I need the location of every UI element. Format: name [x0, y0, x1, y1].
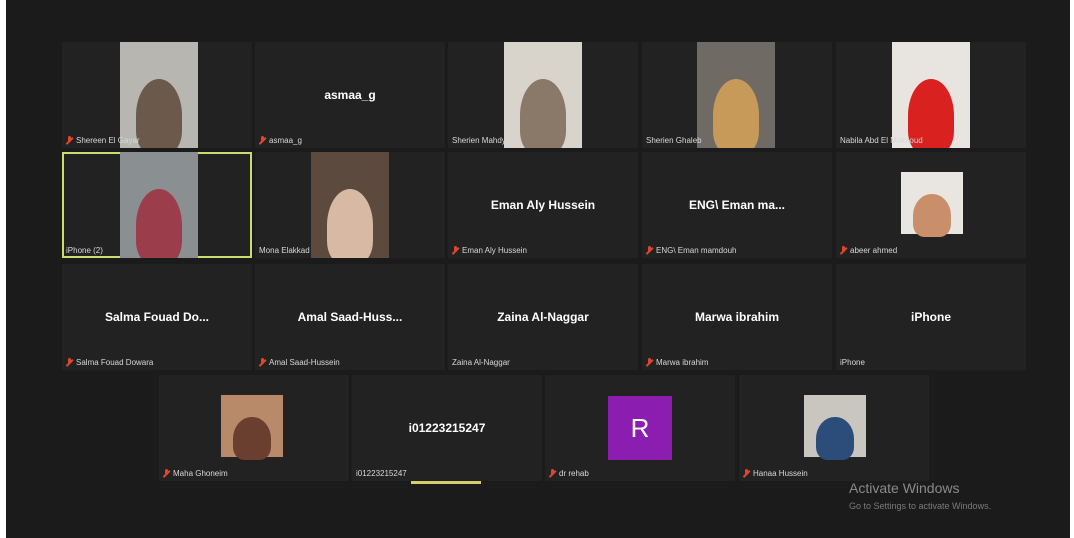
activate-windows-title: Activate Windows	[849, 480, 960, 496]
participant-name-tag: i01223215247	[356, 469, 407, 478]
participant-name-label: Mona Elakkad	[259, 246, 310, 255]
participant-name-label: Marwa ibrahim	[656, 358, 709, 367]
participant-tile[interactable]: Mona Elakkad	[255, 152, 445, 258]
participant-display-name: i01223215247	[408, 421, 486, 435]
participant-tile[interactable]: iPhone (2)	[62, 152, 252, 258]
participant-name-tag: Marwa ibrahim	[646, 358, 708, 367]
participant-name-label: Maha Ghoneim	[173, 469, 228, 478]
participant-avatar: R	[608, 396, 672, 460]
participant-tile[interactable]: Shereen El Gayar	[62, 42, 252, 148]
muted-mic-icon	[743, 469, 750, 478]
participant-video-feed	[901, 172, 963, 238]
participant-video-feed	[311, 152, 389, 258]
participant-name-label: abeer ahmed	[850, 246, 898, 255]
participant-tile[interactable]: Hanaa Hussein	[739, 375, 929, 481]
participant-tile[interactable]: iPhone iPhone	[836, 264, 1026, 370]
participant-name-label: Amal Saad-Hussein	[269, 358, 340, 367]
muted-mic-icon	[840, 246, 847, 255]
participant-display-name: Eman Aly Hussein	[490, 198, 596, 212]
participant-name-label: asmaa_g	[269, 136, 302, 145]
muted-mic-icon	[549, 469, 556, 478]
meeting-gallery-view: Shereen El Gayar asmaa_g asmaa_g Sherien Ma…	[6, 0, 1070, 538]
participant-tile[interactable]: Zaina Al-Naggar Zaina Al-Naggar	[448, 264, 638, 370]
participant-name-tag: Sherien Ghaleb	[646, 136, 702, 145]
participant-name-tag: Eman Aly Hussein	[452, 246, 527, 255]
participant-video-feed	[120, 152, 198, 258]
participant-name-label: Zaina Al-Naggar	[452, 358, 510, 367]
participant-name-label: Sherien Mahdy	[452, 136, 506, 145]
participant-tile[interactable]: ENG\ Eman ma... ENG\ Eman mamdouh	[642, 152, 832, 258]
muted-mic-icon	[646, 246, 653, 255]
participant-silhouette	[712, 79, 760, 148]
participant-name-tag: Nabila Abd El Maksoud	[840, 136, 923, 145]
participant-name-label: Shereen El Gayar	[76, 136, 140, 145]
muted-mic-icon	[259, 136, 266, 145]
participant-silhouette	[913, 193, 951, 238]
participant-tile[interactable]: Sherien Mahdy	[448, 42, 638, 148]
participant-silhouette	[233, 416, 271, 461]
participant-tile[interactable]: Sherien Ghaleb	[642, 42, 832, 148]
participant-name-tag: Sherien Mahdy	[452, 136, 506, 145]
participant-name-tag: asmaa_g	[259, 136, 302, 145]
participant-name-label: ENG\ Eman mamdouh	[656, 246, 737, 255]
participant-display-name: Salma Fouad Do...	[104, 310, 209, 324]
participant-display-name: Amal Saad-Huss...	[297, 310, 403, 324]
participant-tile[interactable]: Marwa ibrahim Marwa ibrahim	[642, 264, 832, 370]
participant-video-feed	[504, 42, 582, 148]
participant-name-label: iPhone (2)	[66, 246, 103, 255]
participant-tile[interactable]: Maha Ghoneim	[159, 375, 349, 481]
participant-name-tag: dr rehab	[549, 469, 589, 478]
participant-video-feed	[221, 395, 283, 461]
muted-mic-icon	[259, 358, 266, 367]
participant-name-label: iPhone	[840, 358, 865, 367]
participant-display-name: Marwa ibrahim	[694, 310, 780, 324]
participant-display-name: iPhone	[910, 310, 951, 324]
participant-tile[interactable]: Amal Saad-Huss... Amal Saad-Hussein	[255, 264, 445, 370]
participant-name-label: Sherien Ghaleb	[646, 136, 702, 145]
participant-name-label: dr rehab	[559, 469, 589, 478]
participant-video-feed	[804, 395, 866, 461]
participant-silhouette	[326, 189, 374, 258]
participant-video-feed	[697, 42, 775, 148]
activate-windows-subtitle: Go to Settings to activate Windows.	[849, 501, 992, 511]
participant-name-tag: Salma Fouad Dowara	[66, 358, 153, 367]
participant-display-name: ENG\ Eman ma...	[688, 198, 786, 212]
participant-name-tag: iPhone	[840, 358, 865, 367]
participant-display-name: Zaina Al-Naggar	[497, 310, 589, 324]
participant-name-label: i01223215247	[356, 469, 407, 478]
muted-mic-icon	[66, 136, 73, 145]
participant-tile[interactable]: Salma Fouad Do... Salma Fouad Dowara	[62, 264, 252, 370]
participant-name-label: Eman Aly Hussein	[462, 246, 527, 255]
muted-mic-icon	[66, 358, 73, 367]
muted-mic-icon	[646, 358, 653, 367]
participant-name-tag: abeer ahmed	[840, 246, 897, 255]
participant-tile[interactable]: Eman Aly Hussein Eman Aly Hussein	[448, 152, 638, 258]
muted-mic-icon	[163, 469, 170, 478]
participant-display-name: asmaa_g	[324, 88, 376, 102]
participant-tile[interactable]: asmaa_g asmaa_g	[255, 42, 445, 148]
participant-tile[interactable]: Rdr rehab	[545, 375, 735, 481]
participant-name-tag: ENG\ Eman mamdouh	[646, 246, 736, 255]
participant-video-feed	[120, 42, 198, 148]
participant-tile[interactable]: i01223215247 i01223215247	[352, 375, 542, 481]
participant-name-label: Hanaa Hussein	[753, 469, 808, 478]
participant-name-tag: Hanaa Hussein	[743, 469, 808, 478]
participant-name-tag: Zaina Al-Naggar	[452, 358, 510, 367]
participant-tile[interactable]: Nabila Abd El Maksoud	[836, 42, 1026, 148]
participant-name-tag: Shereen El Gayar	[66, 136, 140, 145]
participant-name-label: Nabila Abd El Maksoud	[840, 136, 923, 145]
muted-mic-icon	[452, 246, 459, 255]
active-speaker-underline	[411, 481, 481, 484]
participant-silhouette	[135, 189, 183, 258]
participant-silhouette	[519, 79, 567, 148]
participant-video-feed	[892, 42, 970, 148]
participant-name-tag: Maha Ghoneim	[163, 469, 228, 478]
participant-name-tag: Amal Saad-Hussein	[259, 358, 340, 367]
participant-name-tag: Mona Elakkad	[259, 246, 310, 255]
participant-name-tag: iPhone (2)	[66, 246, 103, 255]
participant-name-label: Salma Fouad Dowara	[76, 358, 154, 367]
participant-tile[interactable]: abeer ahmed	[836, 152, 1026, 258]
participant-silhouette	[135, 79, 183, 148]
participant-silhouette	[816, 416, 854, 461]
